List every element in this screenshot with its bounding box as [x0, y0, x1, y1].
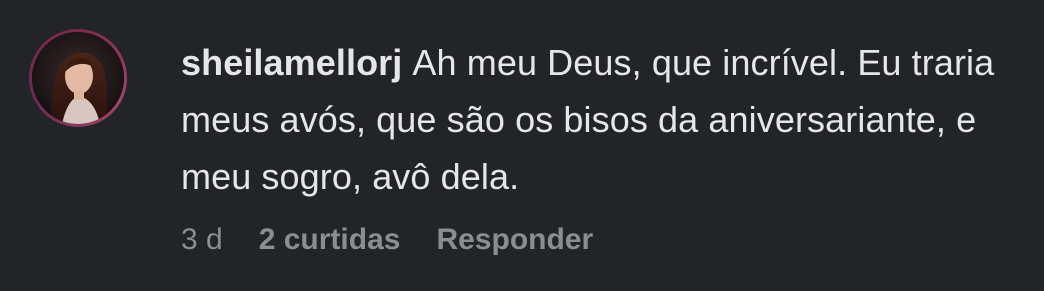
username-link[interactable]: sheilamellorj: [181, 42, 402, 83]
comment-item: sheilamellorj Ah meu Deus, que incrível. …: [0, 0, 1044, 291]
comment-actions: 3 d 2 curtidas Responder: [181, 218, 593, 262]
profile-photo-icon: [32, 32, 124, 124]
comment-age[interactable]: 3 d: [181, 218, 223, 262]
reply-button[interactable]: Responder: [436, 218, 593, 262]
avatar[interactable]: [29, 29, 127, 127]
comment-body: sheilamellorj Ah meu Deus, que incrível. …: [181, 34, 1011, 205]
likes-count-button[interactable]: 2 curtidas: [259, 218, 401, 262]
